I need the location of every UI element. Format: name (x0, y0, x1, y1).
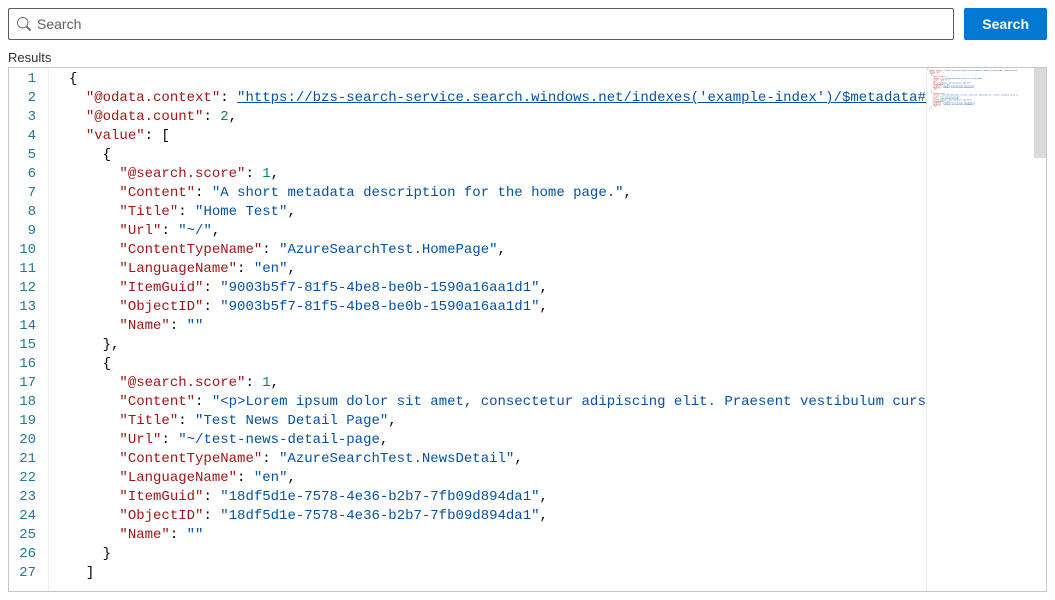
line-number: 20 (9, 431, 48, 450)
results-label: Results (8, 50, 1047, 65)
code-line: "ObjectID": "18df5d1e-7578-4e36-b2b7-7fb… (69, 507, 926, 526)
line-number: 3 (9, 108, 48, 127)
code-line: { (69, 70, 926, 89)
line-number: 13 (9, 298, 48, 317)
code-line: "ItemGuid": "9003b5f7-81f5-4be8-be0b-159… (69, 279, 926, 298)
vertical-scrollbar-thumb[interactable] (1034, 68, 1046, 158)
line-number: 12 (9, 279, 48, 298)
code-line: "ObjectID": "9003b5f7-81f5-4be8-be0b-159… (69, 298, 926, 317)
line-number: 19 (9, 412, 48, 431)
line-number: 26 (9, 545, 48, 564)
line-number: 11 (9, 260, 48, 279)
code-line: "ContentTypeName": "AzureSearchTest.Home… (69, 241, 926, 260)
code-line: "Content": "<p>Lorem ipsum dolor sit ame… (69, 393, 926, 412)
vertical-scrollbar[interactable] (1034, 68, 1046, 591)
code-line: "Title": "Test News Detail Page", (69, 412, 926, 431)
line-number: 14 (9, 317, 48, 336)
line-number: 6 (9, 165, 48, 184)
code-line: "ItemGuid": "18df5d1e-7578-4e36-b2b7-7fb… (69, 488, 926, 507)
code-line: "Content": "A short metadata description… (69, 184, 926, 203)
line-number: 16 (9, 355, 48, 374)
line-number: 18 (9, 393, 48, 412)
line-number: 15 (9, 336, 48, 355)
search-bar-row: Search (8, 8, 1047, 40)
line-number: 27 (9, 564, 48, 583)
search-input[interactable] (37, 16, 945, 32)
line-number: 17 (9, 374, 48, 393)
code-line: "Name": "" (69, 317, 926, 336)
line-number: 8 (9, 203, 48, 222)
search-icon (17, 17, 31, 31)
line-gutter: 1234567891011121314151617181920212223242… (9, 68, 49, 591)
code-line: ] (69, 564, 926, 583)
line-number: 23 (9, 488, 48, 507)
line-number: 22 (9, 469, 48, 488)
code-line: "Url": "~/test-news-detail-page, (69, 431, 926, 450)
line-number: 7 (9, 184, 48, 203)
code-line: "Title": "Home Test", (69, 203, 926, 222)
json-editor[interactable]: 1234567891011121314151617181920212223242… (8, 67, 1047, 592)
code-line: "LanguageName": "en", (69, 469, 926, 488)
code-content[interactable]: { "@odata.context": "https://bzs-search-… (49, 68, 926, 591)
code-line: "Name": "" (69, 526, 926, 545)
minimap[interactable]: { "@odata.context": "https://bzs-search-… (926, 68, 1046, 591)
code-line: { (69, 355, 926, 374)
code-line: }, (69, 336, 926, 355)
code-line: "Url": "~/", (69, 222, 926, 241)
line-number: 25 (9, 526, 48, 545)
line-number: 4 (9, 127, 48, 146)
line-number: 21 (9, 450, 48, 469)
line-number: 10 (9, 241, 48, 260)
search-button[interactable]: Search (964, 8, 1047, 40)
search-input-wrapper[interactable] (8, 8, 954, 40)
line-number: 1 (9, 70, 48, 89)
code-line: "@search.score": 1, (69, 374, 926, 393)
code-line: } (69, 545, 926, 564)
line-number: 2 (9, 89, 48, 108)
code-line: "@odata.context": "https://bzs-search-se… (69, 89, 926, 108)
line-number: 9 (9, 222, 48, 241)
line-number: 24 (9, 507, 48, 526)
line-number: 5 (9, 146, 48, 165)
code-line: "@odata.count": 2, (69, 108, 926, 127)
code-line: "LanguageName": "en", (69, 260, 926, 279)
code-line: "ContentTypeName": "AzureSearchTest.News… (69, 450, 926, 469)
code-line: "value": [ (69, 127, 926, 146)
code-line: { (69, 146, 926, 165)
code-line: "@search.score": 1, (69, 165, 926, 184)
